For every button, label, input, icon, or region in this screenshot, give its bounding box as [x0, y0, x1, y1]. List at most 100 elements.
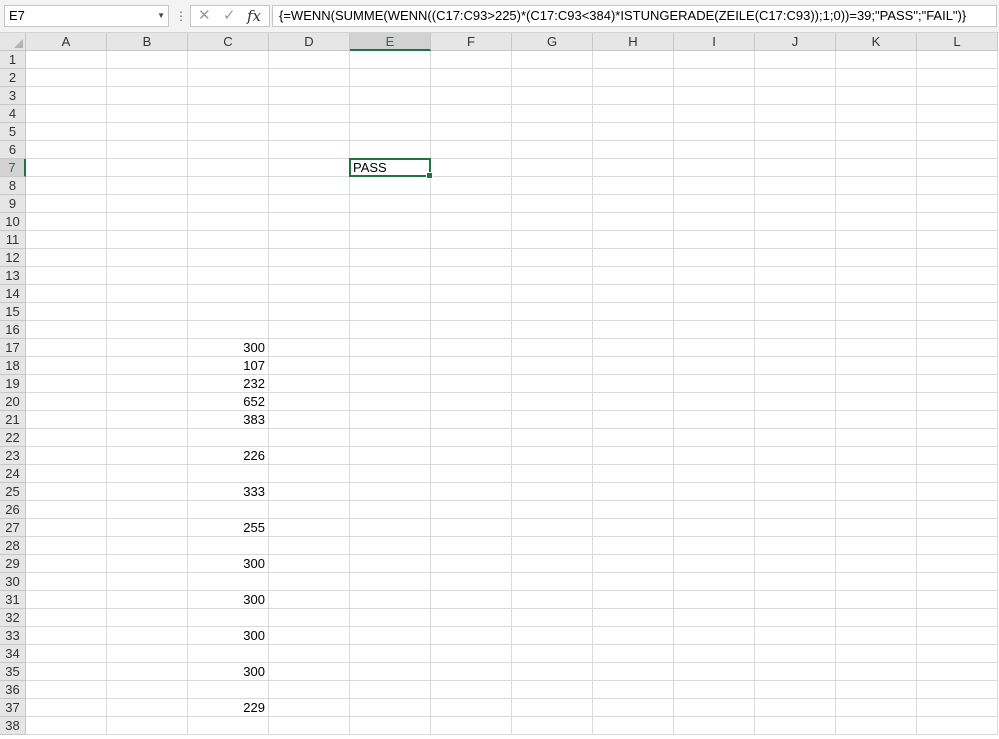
cell-h24[interactable]	[593, 465, 674, 483]
cell-e30[interactable]	[350, 573, 431, 591]
cell-j6[interactable]	[755, 141, 836, 159]
cell-b16[interactable]	[107, 321, 188, 339]
cell-g28[interactable]	[512, 537, 593, 555]
cell-c3[interactable]	[188, 87, 269, 105]
cell-b2[interactable]	[107, 69, 188, 87]
cell-k9[interactable]	[836, 195, 917, 213]
cell-b1[interactable]	[107, 51, 188, 69]
cell-i9[interactable]	[674, 195, 755, 213]
cell-i16[interactable]	[674, 321, 755, 339]
cell-b14[interactable]	[107, 285, 188, 303]
cell-f11[interactable]	[431, 231, 512, 249]
row-header-31[interactable]: 31	[0, 591, 26, 609]
cell-a33[interactable]	[26, 627, 107, 645]
cell-d3[interactable]	[269, 87, 350, 105]
cell-e33[interactable]	[350, 627, 431, 645]
cell-h15[interactable]	[593, 303, 674, 321]
row-header-6[interactable]: 6	[0, 141, 26, 159]
cell-g36[interactable]	[512, 681, 593, 699]
cell-a4[interactable]	[26, 105, 107, 123]
cell-f29[interactable]	[431, 555, 512, 573]
cell-f31[interactable]	[431, 591, 512, 609]
cell-b13[interactable]	[107, 267, 188, 285]
cell-k8[interactable]	[836, 177, 917, 195]
cell-e10[interactable]	[350, 213, 431, 231]
cell-k13[interactable]	[836, 267, 917, 285]
cell-a18[interactable]	[26, 357, 107, 375]
cell-b27[interactable]	[107, 519, 188, 537]
cell-f17[interactable]	[431, 339, 512, 357]
cell-j1[interactable]	[755, 51, 836, 69]
cell-h30[interactable]	[593, 573, 674, 591]
cell-i38[interactable]	[674, 717, 755, 735]
cell-f15[interactable]	[431, 303, 512, 321]
cancel-icon[interactable]: ✕	[198, 6, 211, 26]
cell-c15[interactable]	[188, 303, 269, 321]
cell-g29[interactable]	[512, 555, 593, 573]
row-header-26[interactable]: 26	[0, 501, 26, 519]
cell-h8[interactable]	[593, 177, 674, 195]
cell-g18[interactable]	[512, 357, 593, 375]
cell-l25[interactable]	[917, 483, 998, 501]
cell-c7[interactable]	[188, 159, 269, 177]
cell-b38[interactable]	[107, 717, 188, 735]
cell-c18[interactable]: 107	[188, 357, 269, 375]
cell-j14[interactable]	[755, 285, 836, 303]
cell-k23[interactable]	[836, 447, 917, 465]
cell-j17[interactable]	[755, 339, 836, 357]
cell-f36[interactable]	[431, 681, 512, 699]
cell-b26[interactable]	[107, 501, 188, 519]
cell-b6[interactable]	[107, 141, 188, 159]
cell-i19[interactable]	[674, 375, 755, 393]
name-box[interactable]: E7 ▼	[4, 5, 169, 27]
row-header-29[interactable]: 29	[0, 555, 26, 573]
select-all-button[interactable]	[0, 33, 26, 51]
cell-l13[interactable]	[917, 267, 998, 285]
cell-k32[interactable]	[836, 609, 917, 627]
cell-k31[interactable]	[836, 591, 917, 609]
cell-k21[interactable]	[836, 411, 917, 429]
row-header-15[interactable]: 15	[0, 303, 26, 321]
cell-h3[interactable]	[593, 87, 674, 105]
cell-a31[interactable]	[26, 591, 107, 609]
cell-d10[interactable]	[269, 213, 350, 231]
cell-c16[interactable]	[188, 321, 269, 339]
cell-h11[interactable]	[593, 231, 674, 249]
cell-i24[interactable]	[674, 465, 755, 483]
cell-f3[interactable]	[431, 87, 512, 105]
column-header-h[interactable]: H	[593, 33, 674, 51]
cell-b5[interactable]	[107, 123, 188, 141]
cell-a32[interactable]	[26, 609, 107, 627]
cell-a11[interactable]	[26, 231, 107, 249]
cell-k10[interactable]	[836, 213, 917, 231]
cell-k17[interactable]	[836, 339, 917, 357]
cell-g20[interactable]	[512, 393, 593, 411]
cell-l24[interactable]	[917, 465, 998, 483]
cell-c10[interactable]	[188, 213, 269, 231]
cell-j23[interactable]	[755, 447, 836, 465]
cell-c9[interactable]	[188, 195, 269, 213]
cell-j18[interactable]	[755, 357, 836, 375]
cell-h21[interactable]	[593, 411, 674, 429]
cell-a13[interactable]	[26, 267, 107, 285]
cell-h28[interactable]	[593, 537, 674, 555]
cell-c32[interactable]	[188, 609, 269, 627]
cell-c25[interactable]: 333	[188, 483, 269, 501]
cell-j32[interactable]	[755, 609, 836, 627]
cell-k3[interactable]	[836, 87, 917, 105]
cell-c21[interactable]: 383	[188, 411, 269, 429]
cell-d2[interactable]	[269, 69, 350, 87]
row-header-19[interactable]: 19	[0, 375, 26, 393]
cell-b4[interactable]	[107, 105, 188, 123]
cell-j2[interactable]	[755, 69, 836, 87]
cell-k22[interactable]	[836, 429, 917, 447]
cell-j9[interactable]	[755, 195, 836, 213]
row-header-2[interactable]: 2	[0, 69, 26, 87]
cell-c14[interactable]	[188, 285, 269, 303]
cell-e22[interactable]	[350, 429, 431, 447]
cell-i20[interactable]	[674, 393, 755, 411]
cell-b10[interactable]	[107, 213, 188, 231]
cell-g12[interactable]	[512, 249, 593, 267]
cell-c11[interactable]	[188, 231, 269, 249]
cell-b8[interactable]	[107, 177, 188, 195]
